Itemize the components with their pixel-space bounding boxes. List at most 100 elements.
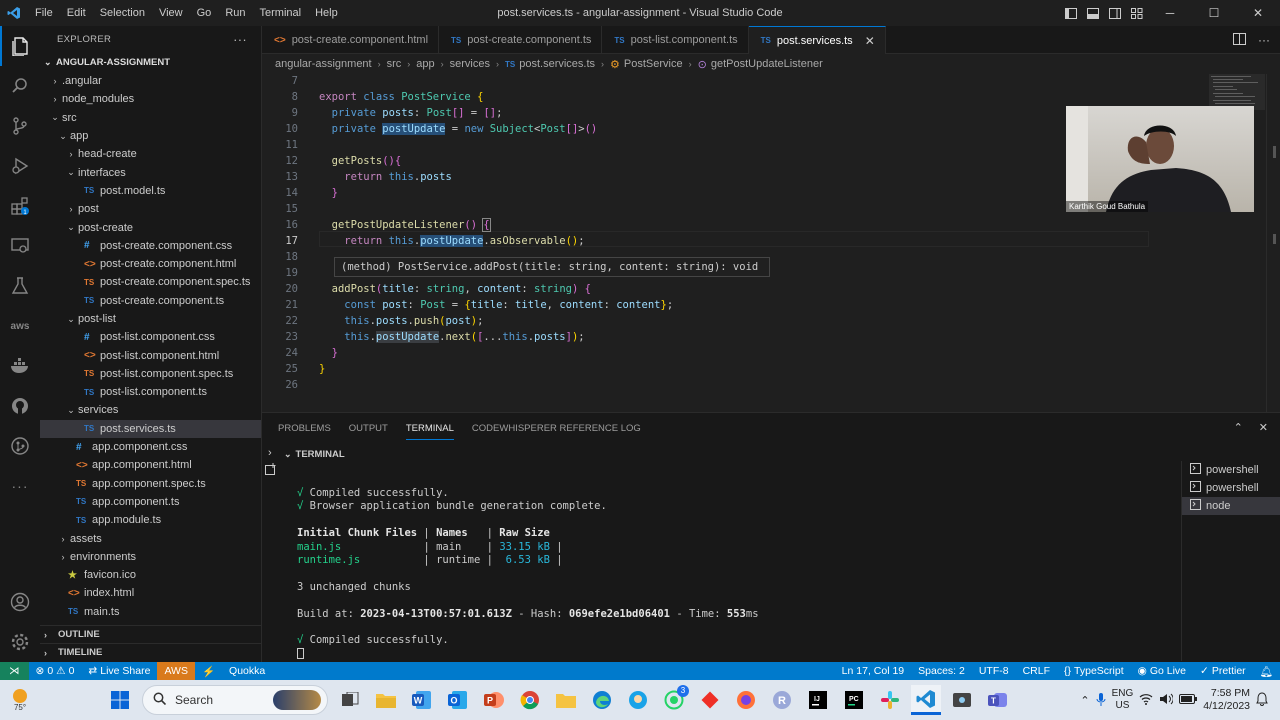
menu-selection[interactable]: Selection: [93, 0, 152, 26]
breadcrumb-item[interactable]: src: [387, 58, 402, 70]
folder-item[interactable]: ⌄ src: [40, 109, 261, 127]
maximize-icon[interactable]: ☐: [1192, 0, 1236, 26]
pycharm-icon[interactable]: PC: [839, 685, 869, 715]
vscode-taskbar-icon[interactable]: [911, 685, 941, 715]
live-share-button[interactable]: ⇄ Live Share: [81, 662, 157, 680]
file-item[interactable]: TS post-list.component.spec.ts: [40, 365, 261, 383]
run-debug-icon[interactable]: [0, 146, 40, 186]
folder-item[interactable]: › post: [40, 200, 261, 218]
workspace-root[interactable]: ⌄ ANGULAR-ASSIGNMENT: [40, 52, 261, 72]
aws-button[interactable]: AWS: [157, 662, 195, 680]
clock[interactable]: 7:58 PM 4/12/2023: [1203, 687, 1250, 713]
outlook-icon[interactable]: O: [443, 685, 473, 715]
edge-icon[interactable]: [587, 685, 617, 715]
language-indicator[interactable]: ENG US: [1112, 688, 1134, 712]
cursor-position[interactable]: Ln 17, Col 19: [835, 662, 911, 680]
notifications-icon[interactable]: 🔔︎: [1253, 662, 1280, 680]
bitmoji-icon[interactable]: [623, 685, 653, 715]
menu-view[interactable]: View: [152, 0, 190, 26]
file-item[interactable]: # post-create.component.css: [40, 237, 261, 255]
remote-indicator[interactable]: ⋊: [0, 662, 29, 680]
tab-output[interactable]: OUTPUT: [349, 423, 388, 434]
folder-item[interactable]: ⌄ services: [40, 401, 261, 419]
file-item[interactable]: <> index.html: [40, 584, 261, 602]
minimize-icon[interactable]: ─: [1148, 0, 1192, 26]
editor-scrollbar[interactable]: [1266, 74, 1280, 412]
search-icon[interactable]: [0, 66, 40, 106]
extensions-icon[interactable]: 1: [0, 186, 40, 226]
teams-icon[interactable]: T: [983, 685, 1013, 715]
file-item[interactable]: <> app.component.html: [40, 456, 261, 474]
folder-item[interactable]: › .angular: [40, 72, 261, 90]
end-of-line[interactable]: CRLF: [1016, 662, 1057, 680]
menu-file[interactable]: File: [28, 0, 60, 26]
file-item[interactable]: <> post-create.component.html: [40, 255, 261, 273]
folder-item[interactable]: ⌄ post-create: [40, 218, 261, 236]
accounts-icon[interactable]: [0, 582, 40, 622]
taskbar-search[interactable]: Search: [142, 685, 328, 715]
close-tab-icon[interactable]: ✕: [865, 34, 875, 48]
word-icon[interactable]: W: [407, 685, 437, 715]
file-item[interactable]: TS app.module.ts: [40, 511, 261, 529]
file-item[interactable]: TS main.ts: [40, 603, 261, 621]
breadcrumb-item[interactable]: app: [416, 58, 434, 70]
source-control-icon[interactable]: [0, 106, 40, 146]
file-item[interactable]: <> post-list.component.html: [40, 346, 261, 364]
folder-item[interactable]: › environments: [40, 548, 261, 566]
slack-icon[interactable]: [875, 685, 905, 715]
breadcrumb-item[interactable]: PostService: [624, 58, 683, 70]
file-explorer-icon[interactable]: [371, 685, 401, 715]
close-panel-icon[interactable]: ✕: [1259, 421, 1268, 434]
notification-bell-icon[interactable]: [1256, 691, 1268, 709]
wifi-icon[interactable]: [1139, 693, 1153, 708]
file-item[interactable]: TS post.services.ts: [40, 419, 261, 438]
terminal-output[interactable]: √ Compiled successfully. √ Browser appli…: [297, 487, 759, 661]
windows-start-icon[interactable]: [105, 685, 135, 715]
language-mode[interactable]: {} TypeScript: [1057, 662, 1131, 680]
whatsapp-icon[interactable]: 3: [659, 685, 689, 715]
maximize-panel-icon[interactable]: ⌃: [1234, 421, 1243, 434]
folder-item[interactable]: › node_modules: [40, 90, 261, 108]
file-item[interactable]: TS app.component.spec.ts: [40, 475, 261, 493]
terminal-item-powershell[interactable]: powershell: [1182, 479, 1280, 497]
tab-problems[interactable]: PROBLEMS: [278, 423, 331, 434]
explorer-icon[interactable]: [0, 26, 40, 66]
gitlens-icon[interactable]: [0, 426, 40, 466]
chevron-right-icon[interactable]: ›: [268, 447, 272, 459]
weather-widget[interactable]: 75°: [0, 680, 40, 720]
chevron-up-icon[interactable]: ⌃: [1080, 694, 1089, 707]
folder-item[interactable]: › head-create: [40, 145, 261, 163]
file-item[interactable]: TS post.model.ts: [40, 182, 261, 200]
tab-terminal[interactable]: TERMINAL: [405, 423, 454, 440]
lightning-icon[interactable]: ⚡: [195, 662, 222, 680]
encoding[interactable]: UTF-8: [972, 662, 1016, 680]
snipping-tool-icon[interactable]: [947, 685, 977, 715]
manage-gear-icon[interactable]: [0, 622, 40, 662]
more-views-icon[interactable]: ···: [0, 466, 40, 506]
intellij-icon[interactable]: IJ: [803, 685, 833, 715]
explorer-more-icon[interactable]: ···: [233, 32, 247, 47]
file-item[interactable]: ★ favicon.ico: [40, 566, 261, 584]
file-item[interactable]: TS post-create.component.ts: [40, 292, 261, 310]
file-item[interactable]: # post-list.component.css: [40, 328, 261, 346]
prettier-button[interactable]: ✓ Prettier: [1193, 662, 1253, 680]
vscode-logo-icon[interactable]: [0, 0, 28, 26]
github-icon[interactable]: [0, 386, 40, 426]
chrome-icon[interactable]: [515, 685, 545, 715]
volume-icon[interactable]: [1159, 693, 1175, 708]
tab-codewhisperer-log[interactable]: CODEWHISPERER REFERENCE LOG: [472, 423, 641, 434]
problems-indicator[interactable]: ⊗ 0 ⚠ 0: [29, 662, 82, 680]
firefox-icon[interactable]: [731, 685, 761, 715]
close-window-icon[interactable]: ✕: [1236, 0, 1280, 26]
testing-icon[interactable]: [0, 266, 40, 306]
menu-run[interactable]: Run: [218, 0, 252, 26]
menu-terminal[interactable]: Terminal: [253, 0, 309, 26]
customize-layout-icon[interactable]: [1126, 0, 1148, 26]
terminal-section-header[interactable]: ⌄ TERMINAL: [284, 445, 345, 463]
file-item[interactable]: TS post-create.component.spec.ts: [40, 273, 261, 291]
tab-post-create-ts[interactable]: TS post-create.component.ts: [439, 26, 603, 54]
folder-item[interactable]: ⌄ post-list: [40, 310, 261, 328]
tab-post-list-ts[interactable]: TS post-list.component.ts: [602, 26, 749, 54]
menu-go[interactable]: Go: [190, 0, 219, 26]
file-item[interactable]: TS app.component.ts: [40, 493, 261, 511]
